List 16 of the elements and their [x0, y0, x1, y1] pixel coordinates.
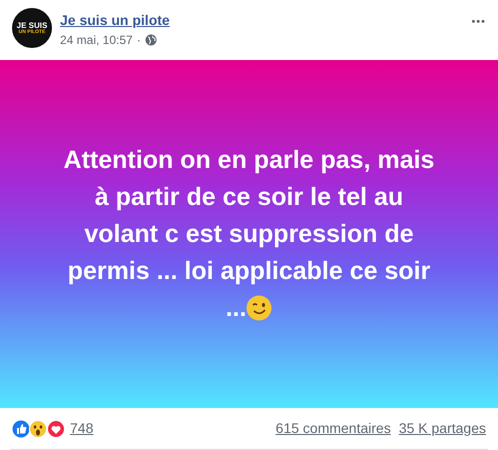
shares-link[interactable]: 35 K partages — [398, 418, 486, 439]
comments-link[interactable]: 615 commentaires — [276, 418, 391, 439]
author-link[interactable]: Je suis un pilote — [60, 10, 170, 31]
post-text: volant c est suppression de — [84, 218, 414, 250]
more-button[interactable]: ••• — [471, 14, 486, 30]
post-text: permis ... loi applicable ce soir — [68, 256, 430, 286]
post-text: ... — [226, 292, 246, 324]
separator-dot: · — [136, 32, 141, 49]
globe-icon — [144, 34, 157, 46]
reaction-icons[interactable] — [12, 420, 66, 438]
timestamp-link[interactable]: 24 mai, 10:57 — [60, 31, 133, 49]
post-text: à partir de ce soir le tel au — [94, 182, 404, 212]
wink-emoji-icon — [246, 295, 272, 321]
reaction-count[interactable]: 748 — [70, 418, 94, 439]
post-text: Attention on en parle pas, mais — [64, 144, 434, 176]
logo-text: JE SUIS — [16, 22, 48, 30]
